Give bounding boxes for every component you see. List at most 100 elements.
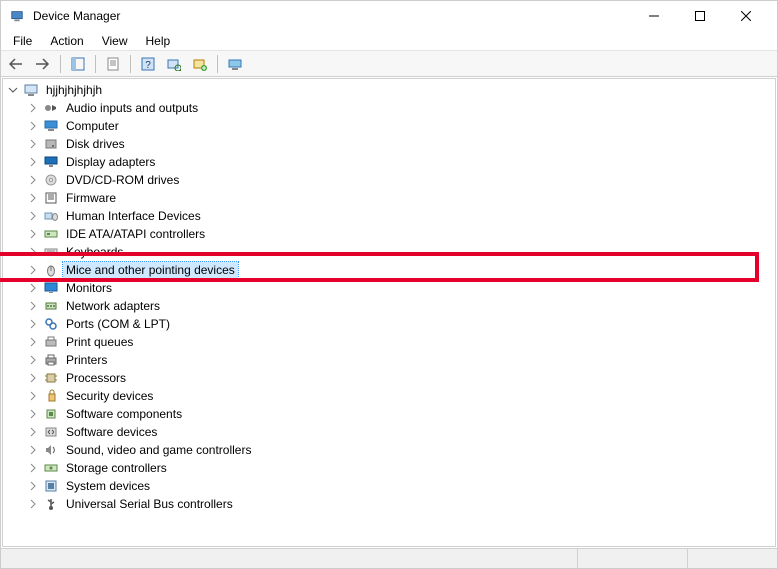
tree-item-printq[interactable]: Print queues [3, 333, 775, 351]
tree-item-label: Printers [63, 352, 110, 368]
chevron-right-icon[interactable] [25, 370, 41, 386]
chevron-right-icon[interactable] [25, 442, 41, 458]
tree-item-printer[interactable]: Printers [3, 351, 775, 369]
tree-item-processor[interactable]: Processors [3, 369, 775, 387]
tree-item-storage[interactable]: Storage controllers [3, 459, 775, 477]
chevron-right-icon[interactable] [25, 352, 41, 368]
tree-item-label: Software devices [63, 424, 160, 440]
tree-item-label: Audio inputs and outputs [63, 100, 201, 116]
tree-item-disk[interactable]: Disk drives [3, 135, 775, 153]
chevron-right-icon[interactable] [25, 226, 41, 242]
hid-icon [43, 208, 59, 224]
firmware-icon [43, 190, 59, 206]
chevron-right-icon[interactable] [25, 118, 41, 134]
statusbar [1, 548, 777, 568]
chevron-right-icon[interactable] [25, 496, 41, 512]
tree-item-label: Software components [63, 406, 185, 422]
devmgr-icon [9, 8, 25, 24]
chevron-right-icon[interactable] [25, 298, 41, 314]
tree-item-label: Sound, video and game controllers [63, 442, 254, 458]
chevron-right-icon[interactable] [25, 478, 41, 494]
chevron-right-icon[interactable] [25, 100, 41, 116]
chevron-right-icon[interactable] [25, 244, 41, 260]
storage-icon [43, 460, 59, 476]
menu-file[interactable]: File [5, 32, 40, 50]
keyboard-icon [43, 244, 59, 260]
tree-item-hid[interactable]: Human Interface Devices [3, 207, 775, 225]
menubar: File Action View Help [1, 31, 777, 51]
devices-by-container-button[interactable] [223, 53, 247, 75]
tree-item-monitor[interactable]: Monitors [3, 279, 775, 297]
tree-item-label: Firmware [63, 190, 119, 206]
add-device-button[interactable] [188, 53, 212, 75]
chevron-right-icon[interactable] [25, 280, 41, 296]
tree-item-display[interactable]: Display adapters [3, 153, 775, 171]
disk-icon [43, 136, 59, 152]
menu-help[interactable]: Help [138, 32, 179, 50]
chevron-right-icon[interactable] [25, 424, 41, 440]
tree-item-network[interactable]: Network adapters [3, 297, 775, 315]
menu-view[interactable]: View [94, 32, 136, 50]
tree-item-audio[interactable]: Audio inputs and outputs [3, 99, 775, 117]
ide-icon [43, 226, 59, 242]
back-button[interactable] [5, 53, 29, 75]
chevron-right-icon[interactable] [25, 172, 41, 188]
tree-item-port[interactable]: Ports (COM & LPT) [3, 315, 775, 333]
toolbar-separator [95, 55, 96, 73]
tree-item-label: Ports (COM & LPT) [63, 316, 173, 332]
tree-item-softcomp[interactable]: Software components [3, 405, 775, 423]
tree-item-dvd[interactable]: DVD/CD-ROM drives [3, 171, 775, 189]
tree-item-label: Disk drives [63, 136, 128, 152]
help-button[interactable]: ? [136, 53, 160, 75]
chevron-right-icon[interactable] [25, 136, 41, 152]
sound-icon [43, 442, 59, 458]
tree-item-keyboard[interactable]: Keyboards [3, 243, 775, 261]
chevron-right-icon[interactable] [25, 208, 41, 224]
tree-item-system[interactable]: System devices [3, 477, 775, 495]
tree-item-firmware[interactable]: Firmware [3, 189, 775, 207]
tree-item-security[interactable]: Security devices [3, 387, 775, 405]
chevron-right-icon[interactable] [25, 316, 41, 332]
tree-item-ide[interactable]: IDE ATA/ATAPI controllers [3, 225, 775, 243]
toolbar-separator [130, 55, 131, 73]
tree-root-row[interactable]: hjjhjhjhjhjh [3, 81, 775, 99]
tree-item-usb[interactable]: Universal Serial Bus controllers [3, 495, 775, 513]
tree-item-label: Processors [63, 370, 129, 386]
menu-action[interactable]: Action [42, 32, 91, 50]
mouse-icon [43, 262, 59, 278]
tree-item-label: Network adapters [63, 298, 163, 314]
scan-hardware-button[interactable] [162, 53, 186, 75]
minimize-button[interactable] [631, 1, 677, 31]
tree-item-label: Keyboards [63, 244, 126, 260]
chevron-right-icon[interactable] [25, 406, 41, 422]
properties-button[interactable] [101, 53, 125, 75]
chevron-right-icon[interactable] [25, 262, 41, 278]
audio-icon [43, 100, 59, 116]
display-icon [43, 154, 59, 170]
security-icon [43, 388, 59, 404]
softcomp-icon [43, 406, 59, 422]
chevron-right-icon[interactable] [25, 334, 41, 350]
chevron-right-icon[interactable] [25, 388, 41, 404]
toolbar-separator [217, 55, 218, 73]
monitor-icon [43, 280, 59, 296]
chevron-right-icon[interactable] [25, 190, 41, 206]
forward-button[interactable] [31, 53, 55, 75]
tree-item-sound[interactable]: Sound, video and game controllers [3, 441, 775, 459]
tree-item-label: DVD/CD-ROM drives [63, 172, 182, 188]
tree-item-softdev[interactable]: Software devices [3, 423, 775, 441]
show-hide-tree-button[interactable] [66, 53, 90, 75]
printer-icon [43, 352, 59, 368]
tree-item-label: Print queues [63, 334, 136, 350]
chevron-right-icon[interactable] [25, 460, 41, 476]
close-button[interactable] [723, 1, 769, 31]
tree-item-label: IDE ATA/ATAPI controllers [63, 226, 208, 242]
maximize-button[interactable] [677, 1, 723, 31]
chevron-right-icon[interactable] [25, 154, 41, 170]
toolbar: ? [1, 51, 777, 77]
dvd-icon [43, 172, 59, 188]
chevron-down-icon[interactable] [5, 82, 21, 98]
tree-item-mouse[interactable]: Mice and other pointing devices [3, 261, 775, 279]
tree-item-computer[interactable]: Computer [3, 117, 775, 135]
device-tree[interactable]: hjjhjhjhjhjh Audio inputs and outputsCom… [2, 78, 776, 547]
